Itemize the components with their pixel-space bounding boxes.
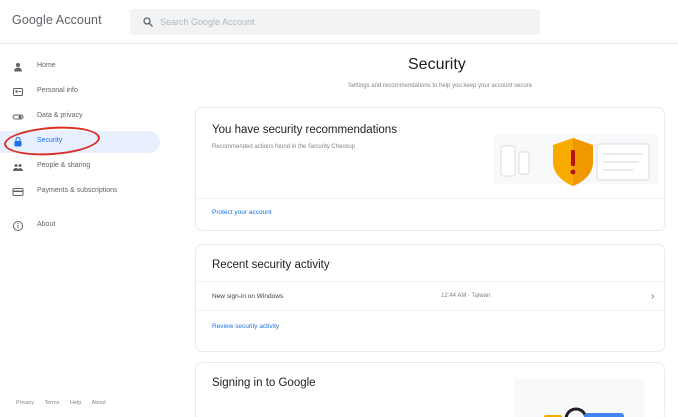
sidebar-item-data-privacy[interactable]: Data & privacy xyxy=(0,106,160,128)
card-icon xyxy=(12,188,24,196)
footer-links: Privacy Terms Help About xyxy=(16,400,115,406)
activity-event: New sign-in on Windows xyxy=(212,293,284,300)
sidebar-item-label: Personal info xyxy=(37,87,78,94)
card-title: You have security recommendations xyxy=(212,124,397,136)
top-bar: Google Account xyxy=(0,0,678,44)
review-activity-link[interactable]: Review security activity xyxy=(212,323,279,330)
chevron-right-icon: › xyxy=(651,291,655,302)
sidebar-item-label: People & sharing xyxy=(37,162,91,169)
toggle-icon xyxy=(12,114,24,120)
shield-warning-illustration xyxy=(493,134,659,186)
footer-link-help[interactable]: Help xyxy=(70,400,81,406)
sidebar-item-label: About xyxy=(37,221,56,228)
footer-link-about[interactable]: About xyxy=(92,400,106,406)
sidebar-item-security[interactable]: Security xyxy=(0,131,160,153)
protect-account-link[interactable]: Protect your account xyxy=(212,209,272,216)
page-subtitle: Settings and recommendations to help you… xyxy=(347,83,533,89)
sidebar-item-label: Data & privacy xyxy=(37,112,83,119)
info-icon xyxy=(13,221,23,231)
security-recommendations-card: You have security recommendations Recomm… xyxy=(195,107,665,231)
signing-in-card: Signing in to Google xyxy=(195,362,665,417)
page-title: Security xyxy=(408,56,466,73)
card-title: Signing in to Google xyxy=(212,377,316,389)
footer-link-terms[interactable]: Terms xyxy=(44,400,59,406)
sidebar-item-payments[interactable]: Payments & subscriptions xyxy=(0,181,160,203)
card-description: Recommended actions found in the Securit… xyxy=(212,144,356,150)
app-logo[interactable]: Google Account xyxy=(12,13,102,27)
signin-illustration xyxy=(514,379,644,417)
sidebar: Home Personal info Data & privacy Securi… xyxy=(0,44,180,417)
footer-link-privacy[interactable]: Privacy xyxy=(16,400,34,406)
sidebar-item-label: Payments & subscriptions xyxy=(37,187,118,194)
sidebar-item-home[interactable]: Home xyxy=(0,56,160,78)
card-divider xyxy=(196,198,664,199)
sidebar-item-label: Security xyxy=(37,137,63,144)
home-icon xyxy=(14,63,22,72)
lock-icon xyxy=(14,136,22,147)
sidebar-item-about[interactable]: About xyxy=(0,215,160,237)
activity-row[interactable]: New sign-in on Windows 12:44 AM · Taiwan… xyxy=(196,281,664,311)
sidebar-item-people-sharing[interactable]: People & sharing xyxy=(0,156,160,178)
search-input[interactable] xyxy=(160,9,530,35)
recent-security-activity-card: Recent security activity New sign-in on … xyxy=(195,244,665,352)
people-icon xyxy=(13,164,23,171)
sidebar-item-personal-info[interactable]: Personal info xyxy=(0,81,160,103)
person-icon xyxy=(13,88,23,96)
sidebar-item-label: Home xyxy=(37,62,56,69)
activity-time: 12:44 AM · Taiwan xyxy=(441,293,491,299)
search-box[interactable] xyxy=(130,9,540,35)
card-title: Recent security activity xyxy=(212,259,330,271)
search-icon xyxy=(143,17,153,27)
